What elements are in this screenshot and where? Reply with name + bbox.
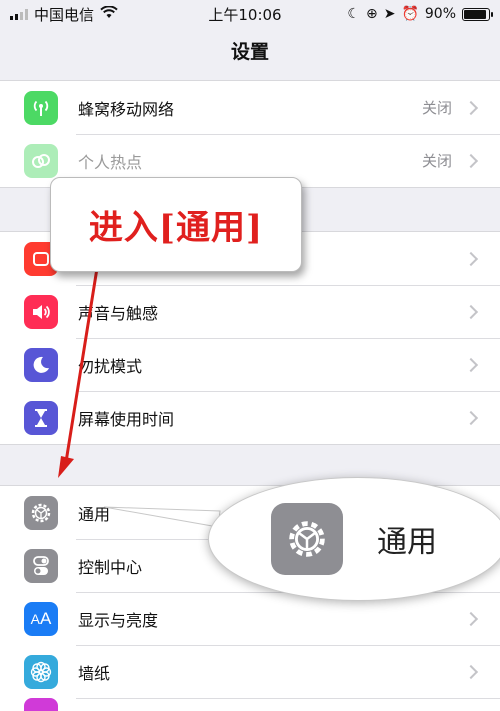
moon-icon bbox=[24, 347, 58, 382]
battery-percent: 90% bbox=[424, 6, 456, 22]
status-right: ☾ ⊕ ➤ ⏰ 90% bbox=[310, 6, 493, 22]
chevron-right-icon bbox=[463, 304, 479, 319]
callout-text: 进入[通用] bbox=[88, 208, 264, 248]
gear-icon bbox=[24, 495, 58, 530]
wifi-icon bbox=[100, 5, 118, 23]
row-label: 屏幕使用时间 bbox=[78, 409, 175, 429]
chevron-right-icon bbox=[463, 611, 479, 626]
gear-icon bbox=[271, 503, 343, 575]
row-value: 关闭 bbox=[421, 99, 452, 117]
chevron-right-icon bbox=[463, 410, 479, 425]
status-left: 中国电信 bbox=[10, 4, 180, 25]
settings-row-do-not-disturb[interactable]: 勿扰模式 bbox=[0, 338, 500, 391]
chevron-right-icon bbox=[463, 251, 479, 266]
page-title: 设置 bbox=[230, 41, 269, 63]
row-label: 个人热点 bbox=[78, 152, 143, 172]
chevron-right-icon bbox=[463, 357, 479, 372]
hotspot-link-icon bbox=[24, 143, 58, 178]
moon-status-icon: ☾ bbox=[347, 6, 360, 22]
row-label: 声音与触感 bbox=[78, 303, 159, 323]
battery-icon bbox=[462, 7, 493, 21]
row-label: 勿扰模式 bbox=[78, 356, 143, 376]
settings-row-display[interactable]: AA 显示与亮度 bbox=[0, 592, 500, 645]
carrier-label: 中国电信 bbox=[34, 5, 95, 24]
alarm-icon: ⏰ bbox=[401, 6, 419, 22]
chevron-right-icon bbox=[463, 100, 479, 115]
row-value: 关闭 bbox=[421, 152, 452, 170]
settings-row-screen-time[interactable]: 屏幕使用时间 bbox=[0, 391, 500, 444]
settings-row-wallpaper[interactable]: 墙纸 bbox=[0, 645, 500, 698]
chevron-right-icon bbox=[463, 153, 479, 168]
siri-icon bbox=[24, 698, 58, 711]
settings-row-sounds[interactable]: 声音与触感 bbox=[0, 285, 500, 338]
chevron-right-icon bbox=[463, 664, 479, 679]
hourglass-icon bbox=[24, 400, 58, 435]
clock: 上午10:06 bbox=[208, 5, 282, 24]
toggles-icon bbox=[24, 548, 58, 583]
network-group: 蜂窝移动网络 关闭 个人热点 关闭 bbox=[0, 80, 500, 188]
flower-icon bbox=[24, 654, 58, 689]
zoom-label: 通用 bbox=[377, 525, 437, 560]
arrow-head bbox=[58, 456, 74, 478]
battery-fill bbox=[464, 9, 486, 19]
zoom-bubble: 通用 bbox=[208, 477, 500, 601]
antenna-icon bbox=[24, 90, 58, 125]
row-label: 显示与亮度 bbox=[78, 610, 159, 630]
location-icon: ➤ bbox=[383, 6, 396, 22]
settings-row-next-partial bbox=[0, 698, 500, 711]
speaker-icon bbox=[24, 294, 58, 329]
status-bar: 中国电信 上午10:06 ☾ ⊕ ➤ ⏰ 90% bbox=[0, 0, 500, 28]
instruction-callout: 进入[通用] bbox=[50, 177, 302, 272]
row-label: 墙纸 bbox=[78, 663, 111, 683]
row-label: 蜂窝移动网络 bbox=[78, 99, 175, 119]
text-size-icon: AA bbox=[24, 601, 58, 636]
settings-row-cellular[interactable]: 蜂窝移动网络 关闭 bbox=[0, 81, 500, 134]
orientation-lock-icon: ⊕ bbox=[365, 6, 378, 22]
signal-icon bbox=[10, 8, 28, 20]
